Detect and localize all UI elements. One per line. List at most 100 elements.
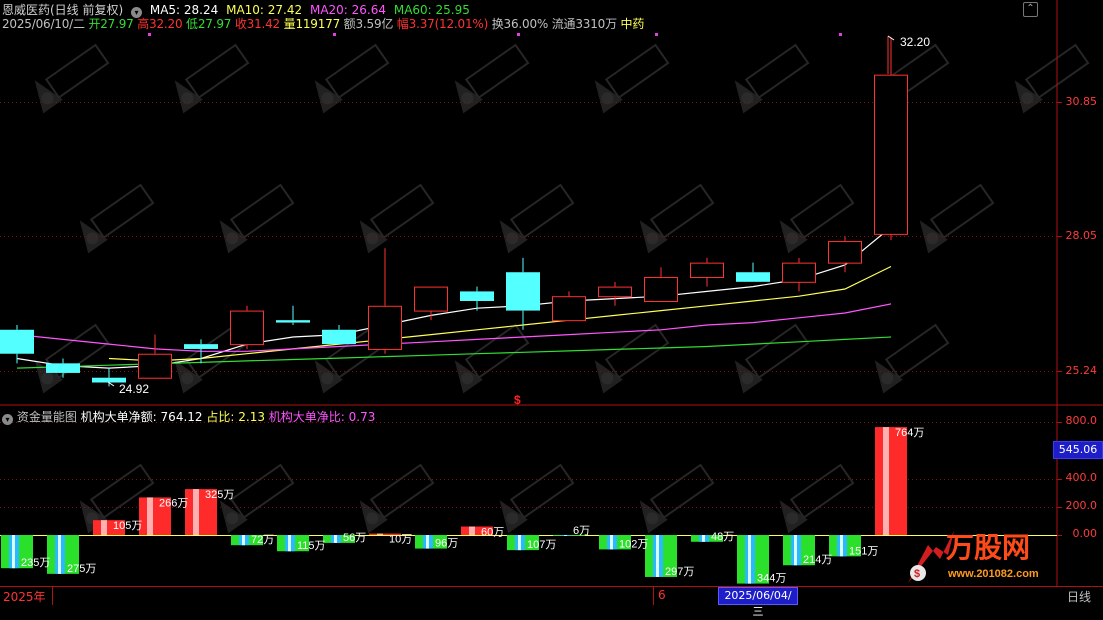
brand-url: www.201082.com — [947, 568, 1039, 580]
low-value: 27.97 — [197, 17, 232, 31]
float-value: 3310万 — [575, 17, 617, 31]
candle-body-up — [690, 262, 724, 279]
flow-bar-core — [426, 535, 429, 549]
candle-body-down — [736, 272, 770, 282]
metric2-value: 2.13 — [238, 410, 265, 424]
low-marker: 24.92 — [107, 381, 149, 396]
flow-bar-highlight — [883, 427, 889, 535]
flow-bar-highlight — [377, 533, 383, 535]
float-label: 流通 — [551, 17, 576, 31]
flow-bar-core — [840, 535, 843, 557]
sub-panel-title[interactable]: 资金量能图 — [17, 410, 77, 424]
flow-bar-body — [875, 427, 907, 535]
flow-bar-core — [58, 535, 61, 574]
flow-bar-label: 96万 — [435, 538, 458, 550]
watermark-mark — [594, 43, 670, 114]
flow-bar-highlight — [101, 520, 107, 535]
month-label: 6 — [658, 588, 666, 602]
brand-name: 万股网 — [946, 531, 1030, 564]
flow-bar-label: 235万 — [21, 557, 50, 569]
ma-line-ma5 — [16, 226, 892, 369]
low-marker-label: 24.92 — [119, 382, 149, 396]
flow-bar-label: 214万 — [803, 554, 832, 566]
flow-bar-label: 60万 — [481, 527, 504, 539]
candle — [828, 236, 862, 273]
period-label[interactable]: 日线 — [1067, 588, 1091, 605]
flow-bar-label: 6万 — [573, 525, 590, 537]
candle — [368, 248, 402, 354]
watermark-mark — [359, 183, 435, 254]
open-value: 27.97 — [100, 17, 134, 31]
flow-bar — [875, 427, 907, 535]
flow-bar-label: 266万 — [159, 497, 188, 509]
flow-bar-core — [610, 535, 613, 550]
candle-body-up — [230, 310, 264, 346]
candle-body-down — [322, 329, 356, 345]
flow-bar-highlight — [469, 526, 475, 535]
watermark-layer — [34, 43, 1090, 534]
high-marker-label: 32.20 — [900, 35, 930, 49]
candle-body-up — [598, 286, 632, 298]
close-value: 31.42 — [246, 17, 281, 31]
flow-bar-label: 151万 — [849, 545, 878, 557]
flow-bar-core — [334, 535, 337, 543]
flow-bar-label: 56万 — [343, 532, 366, 544]
watermark-mark — [359, 463, 435, 534]
watermark-mark — [34, 43, 110, 114]
high-marker: 32.20 — [887, 35, 930, 74]
watermark-mark — [639, 463, 715, 534]
watermark-mark — [454, 323, 530, 394]
watermark-mark — [79, 183, 155, 254]
event-dots — [148, 33, 842, 36]
watermark-mark — [314, 43, 390, 114]
candle-body-down — [46, 363, 80, 373]
metric1-value: 764.12 — [160, 410, 203, 424]
candle-body-up — [368, 305, 402, 350]
flow-bar-label: 764万 — [895, 427, 924, 439]
watermark-mark — [734, 323, 810, 394]
flow-bar-label: 48万 — [711, 531, 734, 543]
vol-value: 119177 — [295, 17, 341, 31]
candle — [322, 324, 356, 345]
chg-value: 3.37(12.01%) — [408, 17, 489, 31]
watermark-mark — [734, 43, 810, 114]
flow-bar-label: 105万 — [113, 520, 142, 532]
candle-body-down — [506, 272, 540, 311]
turn-value: 36.00% — [503, 17, 549, 31]
price-axis-label: 25.24 — [1065, 364, 1098, 377]
amt-value: 3.59亿 — [355, 17, 394, 31]
sub-panel-header: ▾ 资金量能图 机构大单净额: 764.12 占比: 2.13 机构大单净比: … — [2, 408, 375, 425]
dollar-marker: $ — [514, 393, 521, 407]
candle-body-up — [782, 262, 816, 283]
flow-bar-label: 72万 — [251, 534, 274, 546]
sub-axis-highlight: 545.06 — [1053, 441, 1103, 459]
sector-tag[interactable]: 中药 — [621, 17, 645, 31]
high-label: 高 — [137, 17, 150, 31]
brand-logo-icon: $ 万股网 www.201082.com — [908, 531, 1039, 583]
candle-body-down — [460, 291, 494, 301]
metric1-label: 机构大单净额: — [80, 410, 157, 424]
flow-bar-highlight — [147, 497, 153, 535]
flow-bar-core — [564, 535, 567, 536]
chart-canvas[interactable]: 235万 275万 105万 266万 325万 72万 115万 56万 10万 96万 60万 1… — [0, 0, 1103, 605]
watermark-mark — [454, 43, 530, 114]
flow-bar-core — [288, 535, 291, 552]
flow-bar-label: 344万 — [757, 573, 786, 585]
candle — [414, 286, 448, 321]
expand-icon[interactable]: ⌃ — [1023, 2, 1038, 17]
amt-label: 额 — [343, 17, 356, 31]
sub-axis-label: 400.0 — [1065, 471, 1098, 484]
flow-bar-highlight — [193, 489, 199, 535]
flow-bar-core — [12, 535, 15, 569]
flow-bar-label: 275万 — [67, 563, 96, 575]
low-label: 低 — [186, 17, 198, 31]
watermark-mark — [174, 43, 250, 114]
candle-body-up — [828, 241, 862, 264]
turn-label: 换 — [491, 17, 504, 31]
close-label: 收 — [234, 17, 247, 31]
flow-bar-core — [794, 535, 797, 566]
watermark-mark — [499, 463, 575, 534]
candle-body-up — [138, 353, 172, 379]
sub-panel-settings-icon[interactable]: ▾ — [2, 414, 13, 425]
svg-text:$: $ — [914, 568, 920, 580]
